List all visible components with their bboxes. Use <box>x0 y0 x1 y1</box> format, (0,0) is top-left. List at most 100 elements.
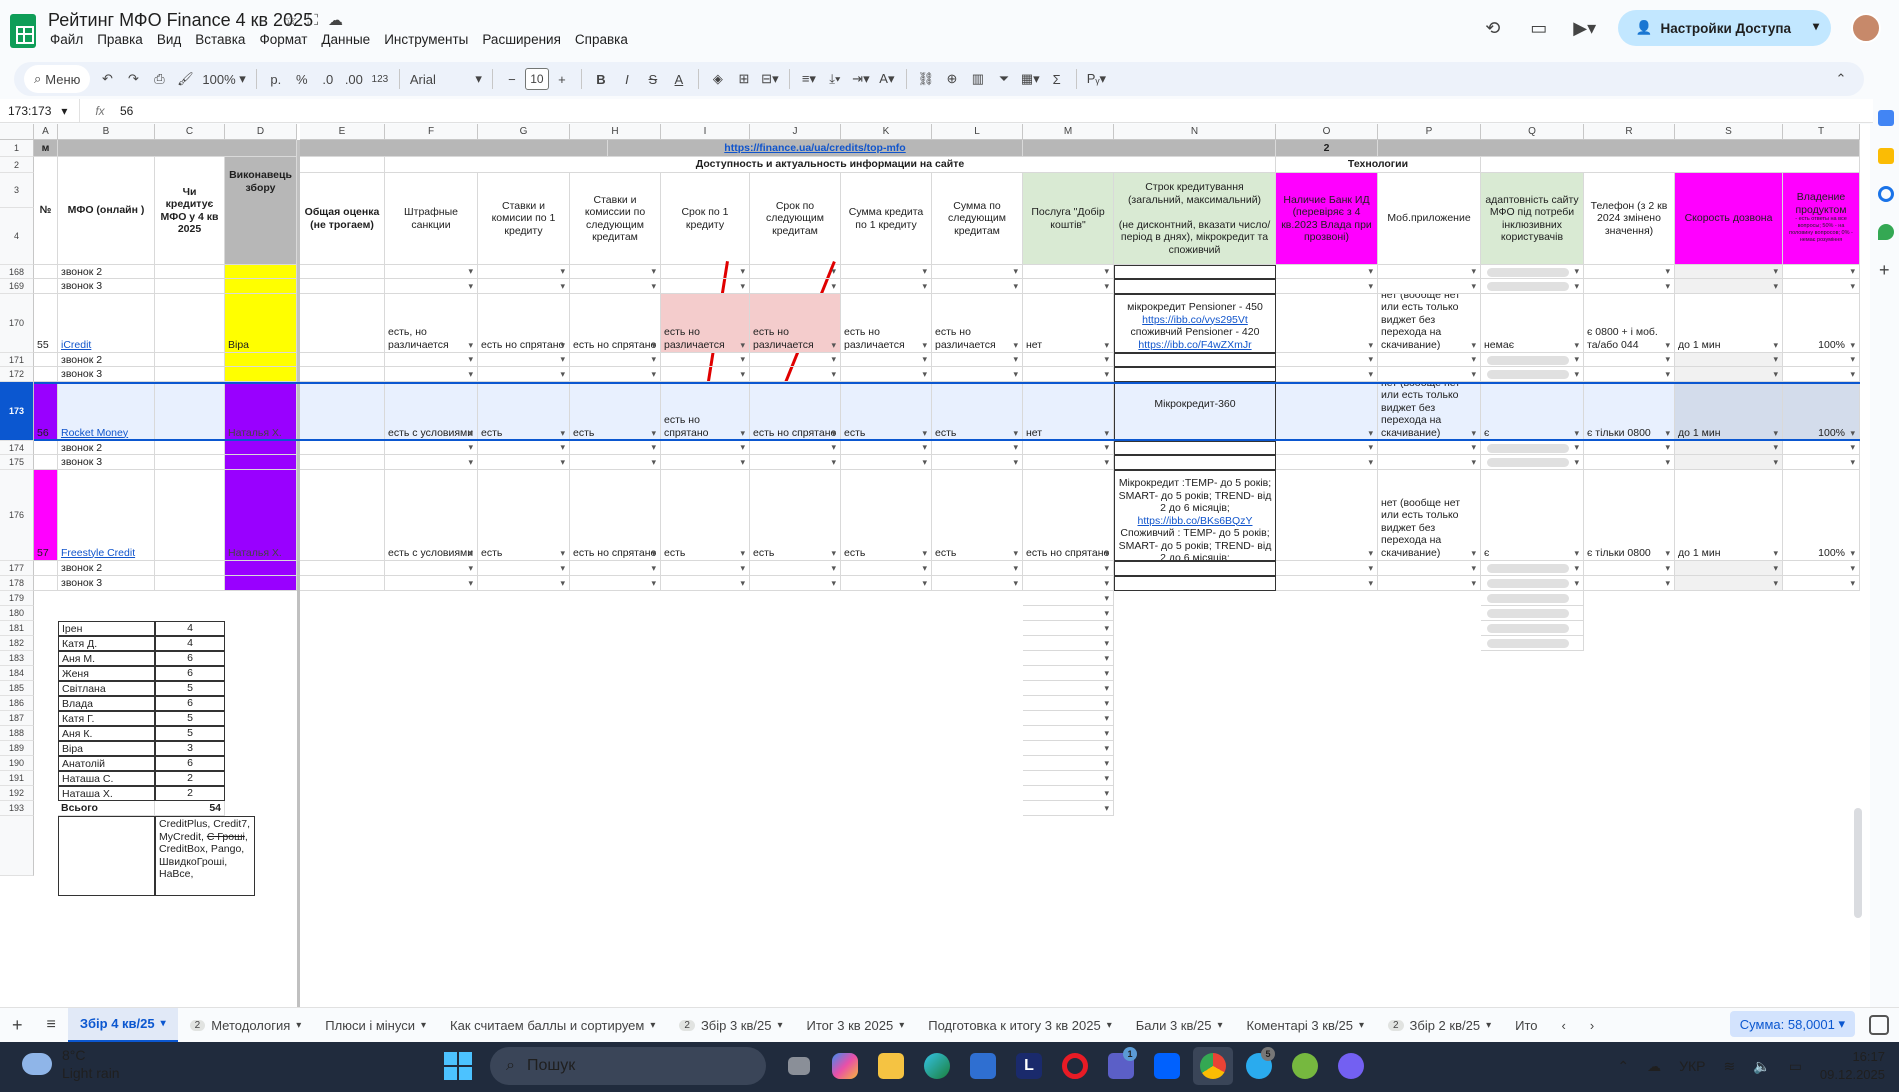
col-header-A[interactable]: A <box>34 124 58 140</box>
header-phone[interactable]: Телефон (з 2 кв 2024 змінено значення) <box>1584 173 1675 265</box>
cell-o[interactable] <box>1276 470 1378 561</box>
cell-m[interactable]: нет <box>1023 382 1114 441</box>
col-header-C[interactable]: C <box>155 124 225 140</box>
cell-h[interactable] <box>570 279 661 294</box>
group-technology[interactable]: Технологии <box>1276 157 1481 173</box>
term-line[interactable]: https://ibb.co/vys295Vt <box>1118 314 1272 327</box>
cell-s[interactable] <box>1675 455 1783 470</box>
vertical-scrollbar[interactable] <box>1854 808 1862 918</box>
font-size-increase-icon[interactable]: + <box>549 65 575 93</box>
cell-i[interactable] <box>661 279 750 294</box>
cell-q[interactable] <box>1481 636 1584 651</box>
cell-h[interactable] <box>570 455 661 470</box>
header-gray-band[interactable] <box>1378 140 1860 157</box>
overall-score[interactable] <box>300 382 385 441</box>
cell-i[interactable] <box>661 353 750 367</box>
cell-m[interactable] <box>1023 681 1114 696</box>
cell-m[interactable] <box>1023 621 1114 636</box>
wrap-icon[interactable]: ⇥▾ <box>848 65 874 93</box>
cell-l[interactable] <box>932 455 1023 470</box>
tab-7[interactable]: Бали 3 кв/25 ▾ <box>1124 1008 1235 1043</box>
cell-r[interactable]: є 0800 + і моб. та/або 044 <box>1584 294 1675 353</box>
chevron-down-icon[interactable]: ▾ <box>296 1020 301 1031</box>
row-header[interactable]: 183 <box>0 651 34 666</box>
cell-g[interactable] <box>478 279 570 294</box>
group-availability[interactable]: Доступность и актуальность информации на… <box>385 157 1276 173</box>
credit-flag[interactable] <box>155 470 225 561</box>
cell-m[interactable] <box>1023 561 1114 576</box>
edge-icon[interactable] <box>917 1047 957 1085</box>
row-header[interactable]: 177 <box>0 561 34 576</box>
corner-cell[interactable] <box>0 124 34 140</box>
menu-edit[interactable]: Правка <box>97 32 143 47</box>
row-header[interactable]: 184 <box>0 666 34 681</box>
mfo-name[interactable]: звонок 2 <box>58 561 155 576</box>
header-amount-next[interactable]: Сумма по следующим кредитам <box>932 173 1023 265</box>
percent-button[interactable]: % <box>289 65 315 93</box>
font-size-decrease-icon[interactable]: − <box>499 65 525 93</box>
summary-name[interactable]: Наташа С. <box>58 771 155 786</box>
print-icon[interactable]: ⎙ <box>146 65 172 93</box>
total-value[interactable]: 54 <box>155 801 225 816</box>
header-term-first[interactable]: Срок по 1 кредиту <box>661 173 750 265</box>
header-adaptability[interactable]: адаптовність сайту МФО під потреби інклю… <box>1481 173 1584 265</box>
row-header[interactable]: 168 <box>0 265 34 279</box>
cell-q[interactable] <box>1481 591 1584 606</box>
cell-p[interactable] <box>1378 279 1481 294</box>
header-term-next[interactable]: Срок по следующим кредитам <box>750 173 841 265</box>
header-bank-id[interactable]: Наличие Банк ИД (перевіряє з 4 кв.2023 В… <box>1276 173 1378 265</box>
row-header[interactable]: 186 <box>0 696 34 711</box>
row-header[interactable]: 173 <box>0 382 34 441</box>
executor-cell[interactable] <box>225 265 297 279</box>
cell-t[interactable]: 100% <box>1783 382 1860 441</box>
summary-name[interactable]: Ірен <box>58 621 155 636</box>
cell-p[interactable]: нет (вообще нет или есть только виджет б… <box>1378 382 1481 441</box>
tray-chevron-icon[interactable]: ⌃ <box>1617 1058 1629 1075</box>
volume-icon[interactable]: 🔈 <box>1753 1058 1770 1075</box>
cell-h[interactable] <box>570 576 661 591</box>
header-term[interactable]: Строк кредитування (загальний, максималь… <box>1114 173 1276 265</box>
cell-o[interactable] <box>1276 367 1378 382</box>
dropdown-chip[interactable] <box>1487 444 1569 453</box>
onedrive-icon[interactable]: ☁ <box>1647 1058 1661 1075</box>
cell-f[interactable] <box>385 441 478 455</box>
summary-name[interactable]: Віра <box>58 741 155 756</box>
cell-s[interactable] <box>1675 561 1783 576</box>
cell-s[interactable]: до 1 мин <box>1675 294 1783 353</box>
redo-icon[interactable]: ↷ <box>120 65 146 93</box>
borders-icon[interactable]: ⊞ <box>731 65 757 93</box>
cell-l[interactable] <box>932 576 1023 591</box>
cell-number[interactable] <box>34 353 58 367</box>
row-header[interactable]: 2 <box>0 157 34 173</box>
credit-flag[interactable] <box>155 367 225 382</box>
taskview-icon[interactable] <box>779 1047 819 1085</box>
cell-l[interactable] <box>932 367 1023 382</box>
cell-h[interactable] <box>570 441 661 455</box>
col-header-H[interactable]: H <box>570 124 661 140</box>
cell-q[interactable]: є <box>1481 382 1584 441</box>
cell-p[interactable] <box>1378 455 1481 470</box>
cell-m[interactable] <box>1023 771 1114 786</box>
cell-q[interactable] <box>1481 367 1584 382</box>
row-header[interactable]: 180 <box>0 606 34 621</box>
add-sheet-icon[interactable]: + <box>0 1008 35 1043</box>
cell-p[interactable] <box>1378 576 1481 591</box>
copilot-icon[interactable] <box>825 1047 865 1085</box>
header-mobile-app[interactable]: Моб.приложение <box>1378 173 1481 265</box>
sum-indicator[interactable]: Сумма: 58,0001 ▾ <box>1729 1011 1855 1037</box>
cell-r[interactable] <box>1584 265 1675 279</box>
summary-value[interactable]: 5 <box>155 711 225 726</box>
keep-icon[interactable] <box>1878 148 1894 164</box>
formula-input[interactable]: 56 <box>120 104 133 118</box>
functions-icon[interactable]: Σ <box>1044 65 1070 93</box>
scroll-tabs-left-icon[interactable]: ‹ <box>1550 1008 1578 1043</box>
header-gray-band[interactable] <box>1023 140 1276 157</box>
all-sheets-icon[interactable]: ≡ <box>35 1008 68 1043</box>
tab-0[interactable]: Збір 4 кв/25 ▾ <box>67 1007 178 1043</box>
fill-color-icon[interactable]: ◈ <box>705 65 731 93</box>
summary-value[interactable]: 2 <box>155 786 225 801</box>
cell-l[interactable] <box>932 561 1023 576</box>
cell-o[interactable] <box>1276 441 1378 455</box>
cell-g[interactable] <box>478 455 570 470</box>
share-button[interactable]: 👤 Настройки Доступа ▾ <box>1617 10 1831 46</box>
